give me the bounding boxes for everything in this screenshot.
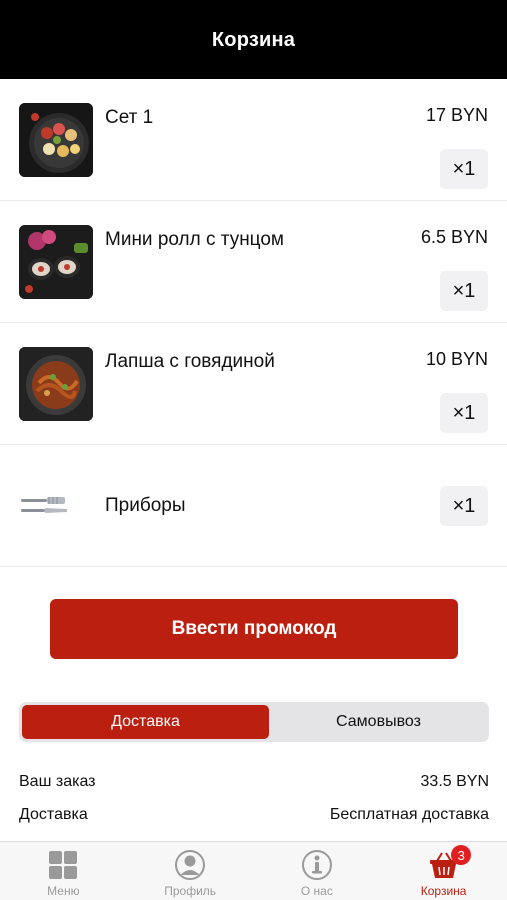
grid-icon bbox=[49, 851, 78, 879]
item-name: Сет 1 bbox=[105, 107, 154, 128]
delivery-toggle: Доставка Самовывоз bbox=[19, 702, 489, 742]
quantity-button[interactable]: ×1 bbox=[440, 149, 488, 189]
tab-label: Профиль bbox=[164, 884, 217, 898]
profile-icon bbox=[175, 850, 206, 880]
cart-list: Сет 1 17 BYN ×1 Мини ролл с тунцом 6.5 B… bbox=[0, 79, 507, 567]
delivery-cost-row: Доставка Бесплатная доставка bbox=[19, 806, 489, 824]
tuna-roll-photo bbox=[19, 225, 93, 299]
tab-cart[interactable]: Корзина 3 bbox=[380, 842, 507, 900]
delivery-cost-label: Доставка bbox=[19, 806, 88, 823]
delivery-cost-value: Бесплатная доставка bbox=[329, 806, 489, 823]
order-total-value: 33.5 BYN bbox=[420, 773, 489, 790]
beef-noodles-photo bbox=[19, 347, 93, 421]
page-title: Корзина bbox=[211, 29, 296, 51]
promo-code-button[interactable]: Ввести промокод bbox=[50, 599, 458, 659]
cutlery-icon bbox=[19, 493, 69, 519]
order-total-label: Ваш заказ bbox=[19, 773, 96, 790]
tab-menu[interactable]: Меню bbox=[0, 842, 127, 900]
cart-item[interactable]: Лапша с говядиной 10 BYN ×1 bbox=[0, 323, 507, 445]
item-price: 17 BYN bbox=[425, 105, 488, 125]
tab-label: Меню bbox=[47, 884, 80, 898]
cart-item[interactable]: Мини ролл с тунцом 6.5 BYN ×1 bbox=[0, 201, 507, 323]
tab-label: О нас bbox=[300, 884, 333, 898]
tab-label: Корзина bbox=[420, 884, 467, 898]
quantity-button[interactable]: ×1 bbox=[440, 486, 488, 526]
cart-count-badge: 3 bbox=[451, 845, 472, 865]
header-bar: Корзина bbox=[0, 0, 507, 79]
tab-profile[interactable]: Профиль bbox=[127, 842, 254, 900]
sushi-set-photo bbox=[19, 103, 93, 177]
delivery-option[interactable]: Доставка bbox=[22, 705, 269, 739]
cart-item[interactable]: Сет 1 17 BYN ×1 bbox=[0, 79, 507, 201]
quantity-button[interactable]: ×1 bbox=[440, 271, 488, 311]
tab-bar: Меню Профиль О нас Корзина 3 bbox=[0, 841, 507, 900]
item-name: Лапша с говядиной bbox=[105, 351, 275, 372]
pickup-option[interactable]: Самовывоз bbox=[271, 705, 486, 739]
cutlery-row[interactable]: Приборы ×1 bbox=[0, 445, 507, 567]
info-icon bbox=[301, 850, 332, 880]
quantity-button[interactable]: ×1 bbox=[440, 393, 488, 433]
order-total-row: Ваш заказ 33.5 BYN bbox=[19, 773, 489, 791]
item-name: Мини ролл с тунцом bbox=[105, 229, 284, 250]
item-price: 6.5 BYN bbox=[420, 227, 488, 247]
cutlery-label: Приборы bbox=[105, 495, 186, 516]
tab-about[interactable]: О нас bbox=[254, 842, 381, 900]
item-price: 10 BYN bbox=[425, 349, 488, 369]
